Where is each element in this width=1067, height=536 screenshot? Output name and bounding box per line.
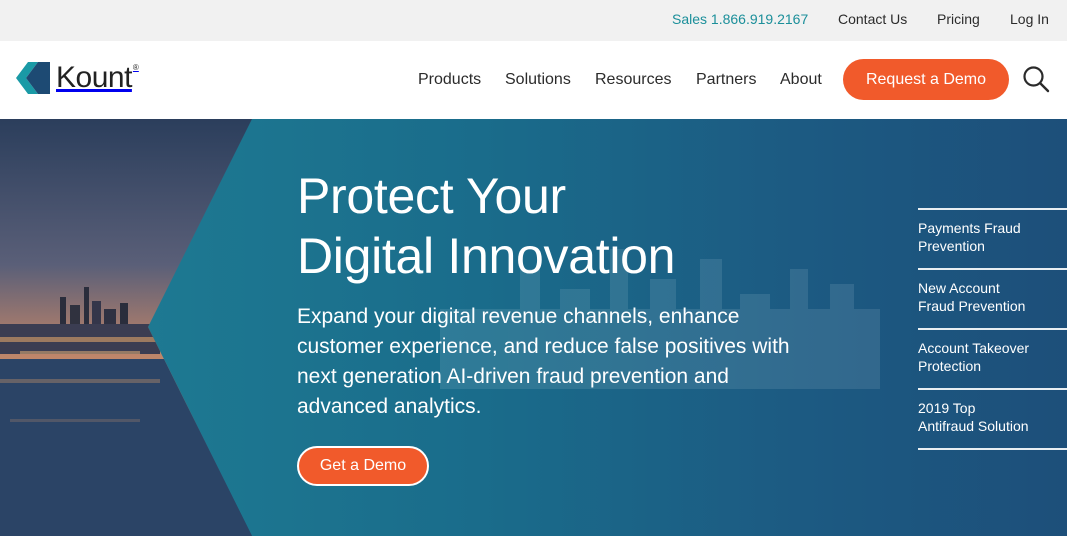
hero-subtitle-line: advanced analytics. [297, 395, 482, 418]
side-link-payments-fraud[interactable]: Payments Fraud Prevention [918, 208, 1067, 268]
nav-products[interactable]: Products [418, 71, 481, 89]
search-icon [1023, 66, 1050, 93]
side-links-divider [918, 448, 1067, 450]
search-button[interactable] [1022, 65, 1050, 93]
request-demo-button[interactable]: Request a Demo [843, 59, 1009, 100]
hero-subtitle-line: Expand your digital revenue channels, en… [297, 305, 740, 328]
side-link-antifraud-solution[interactable]: 2019 Top Antifraud Solution [918, 388, 1067, 448]
logo-registered-mark: ® [132, 62, 139, 72]
side-link-label: Antifraud Solution [918, 418, 1029, 434]
main-header: Kount ® Products Solutions Resources Par… [0, 41, 1067, 119]
side-link-new-account-fraud[interactable]: New Account Fraud Prevention [918, 268, 1067, 328]
nav-about[interactable]: About [780, 71, 822, 89]
side-link-label: New Account [918, 280, 1000, 296]
hero-section: Protect Your Digital Innovation Expand y… [0, 119, 1067, 536]
side-link-account-takeover[interactable]: Account Takeover Protection [918, 328, 1067, 388]
side-link-label: Account Takeover [918, 340, 1030, 356]
hero-side-links: Payments Fraud Prevention New Account Fr… [918, 208, 1067, 450]
logo-wordmark: Kount [56, 61, 132, 94]
hero-title-line: Digital Innovation [297, 228, 676, 284]
kount-logo[interactable]: Kount ® [16, 58, 139, 98]
side-link-label: Fraud Prevention [918, 298, 1026, 314]
side-link-label: 2019 Top [918, 400, 976, 416]
hero-title: Protect Your Digital Innovation [297, 166, 675, 286]
nav-partners[interactable]: Partners [696, 71, 756, 89]
kount-logo-mark-icon [16, 62, 50, 94]
utility-bar: Sales 1.866.919.2167 Contact Us Pricing … [0, 0, 1067, 41]
pricing-link[interactable]: Pricing [937, 11, 980, 27]
hero-title-line: Protect Your [297, 168, 566, 224]
side-link-label: Prevention [918, 238, 985, 254]
sales-phone-link[interactable]: Sales 1.866.919.2167 [672, 11, 808, 27]
side-link-label: Payments Fraud [918, 220, 1021, 236]
get-a-demo-button[interactable]: Get a Demo [297, 446, 429, 486]
nav-resources[interactable]: Resources [595, 71, 671, 89]
hero-subtitle-line: customer experience, and reduce false po… [297, 335, 790, 358]
log-in-link[interactable]: Log In [1010, 11, 1049, 27]
nav-solutions[interactable]: Solutions [505, 71, 571, 89]
side-link-label: Protection [918, 358, 982, 374]
contact-us-link[interactable]: Contact Us [838, 11, 907, 27]
hero-subtitle-line: next generation AI-driven fraud preventi… [297, 365, 729, 388]
hero-subtitle: Expand your digital revenue channels, en… [297, 302, 837, 422]
